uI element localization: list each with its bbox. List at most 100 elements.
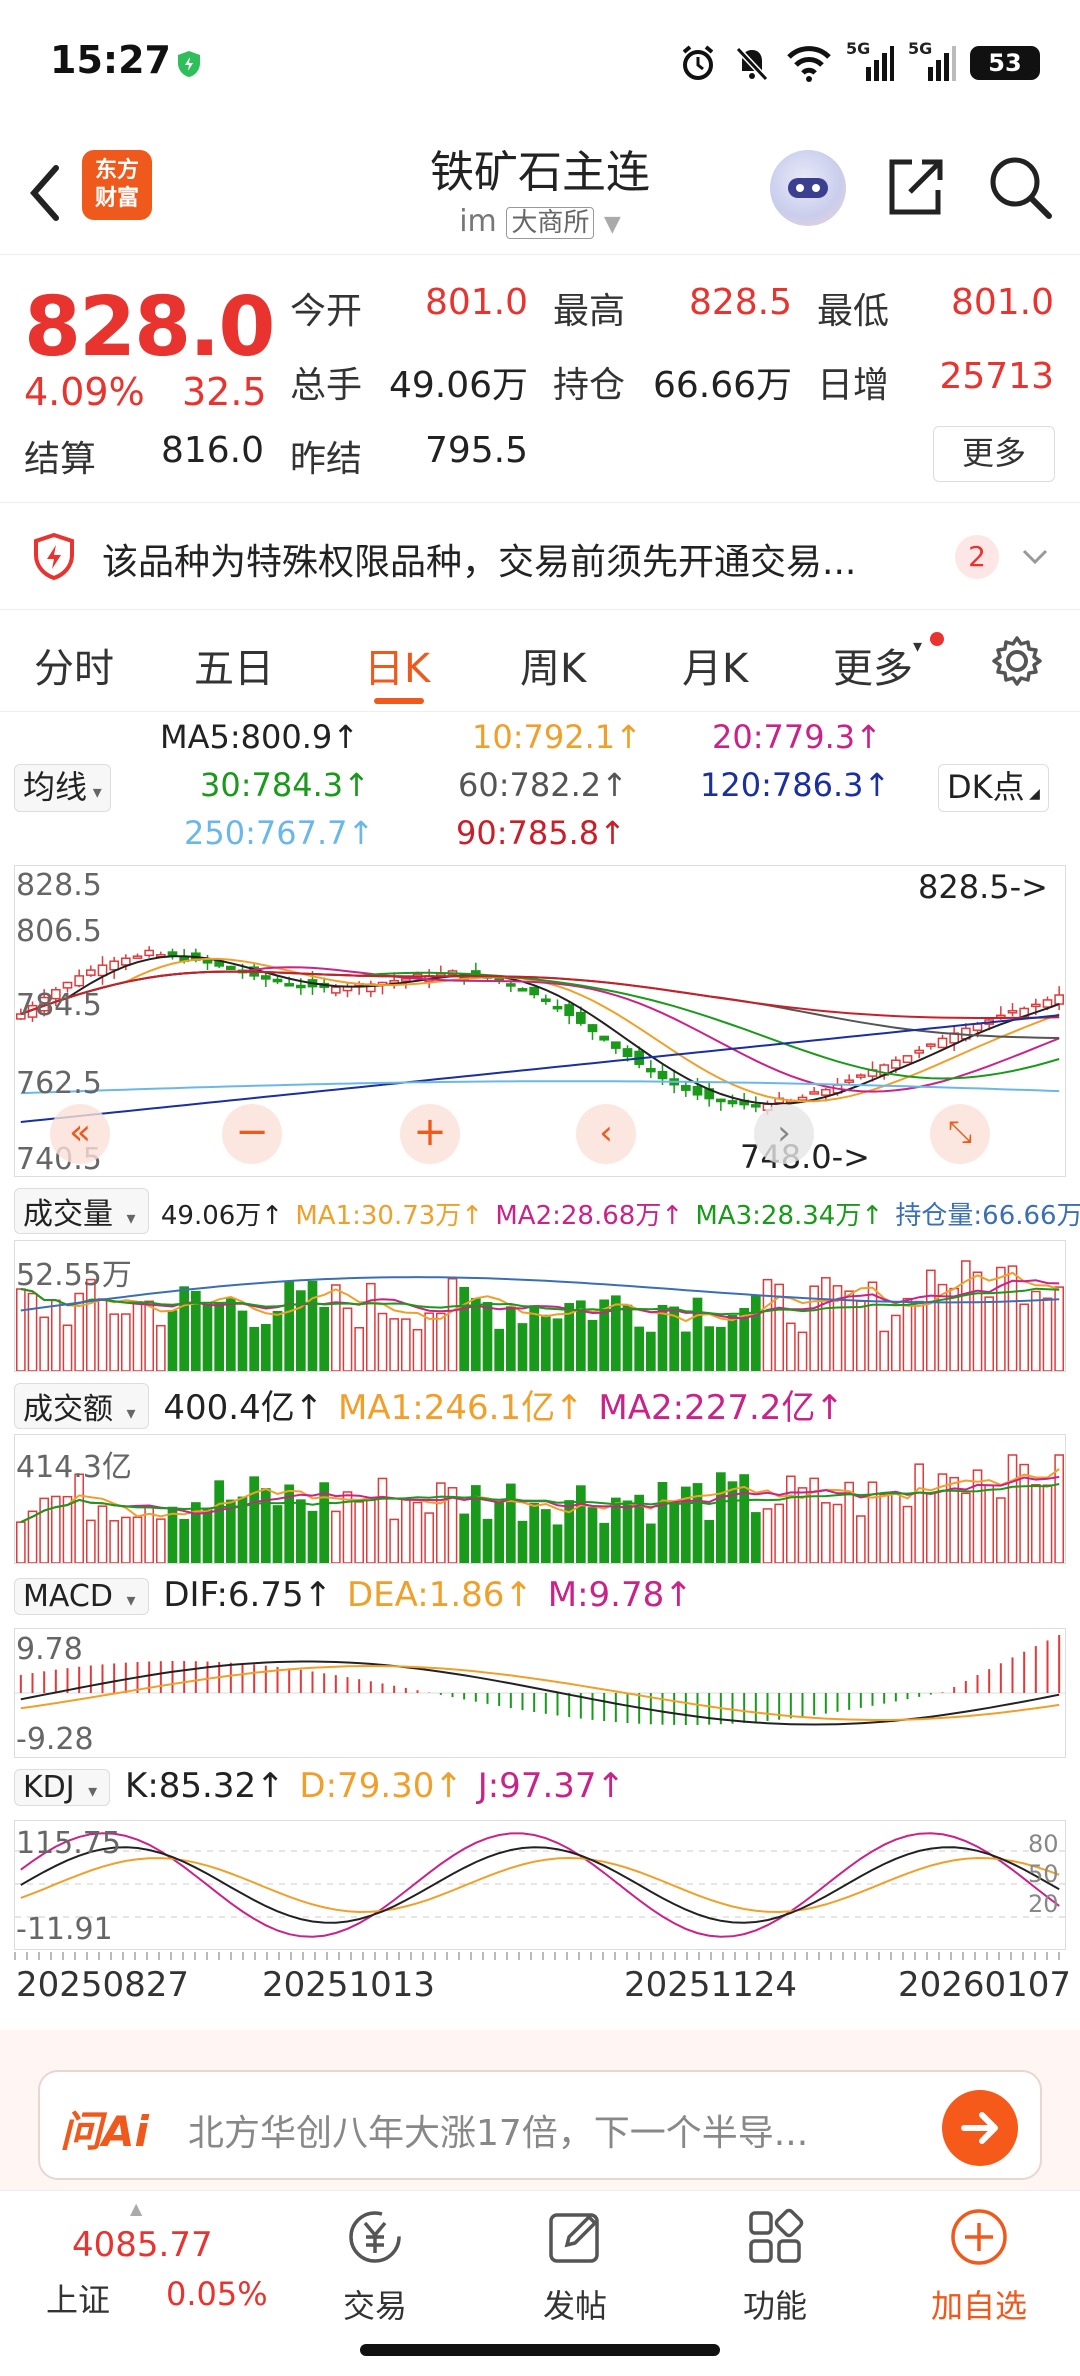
kline-candle (622, 1048, 633, 1058)
volume-bar (109, 1520, 120, 1564)
index-change: 0.05% (166, 2275, 268, 2313)
permission-notice[interactable]: 该品种为特殊权限品种，交易前须先开通交易... 2 (0, 505, 1080, 610)
volume-chart[interactable] (14, 1240, 1066, 1372)
volume-bar (226, 1499, 236, 1564)
turnover-chart[interactable] (14, 1434, 1066, 1564)
macd-selector[interactable]: MACD ▾ (14, 1578, 149, 1615)
volume-selector[interactable]: 成交量 ▾ (14, 1188, 149, 1234)
index-name[interactable]: 上证 (46, 2275, 110, 2321)
nav-functions[interactable]: 功能 (700, 2205, 850, 2327)
volume-axis-label: 52.55万 (16, 1258, 132, 1293)
kdj-svg (15, 1832, 1065, 1938)
date-label: 20251124 (624, 1965, 798, 2005)
volume-bar (436, 1312, 446, 1372)
volume-bar (86, 1519, 96, 1564)
kline-candle (891, 1059, 901, 1069)
scroll-left-fast-button[interactable]: « (50, 1104, 110, 1164)
volume-bar (961, 1492, 971, 1564)
more-quote-button[interactable]: 更多 (933, 426, 1055, 482)
kline-candle (109, 960, 120, 971)
turnover-selector[interactable]: 成交额 ▾ (14, 1383, 149, 1429)
tab-weekly-k[interactable]: 周K (520, 636, 586, 694)
volume-bar (482, 1518, 493, 1564)
kline-candle (646, 1068, 656, 1073)
search-icon[interactable] (985, 152, 1055, 222)
kline-max-marker: 828.5-> (918, 868, 1048, 906)
ask-ai-bar[interactable]: 问Ai 北方华创八年大涨17倍，下一个半导... (38, 2070, 1042, 2180)
kline-candle (727, 1100, 738, 1105)
nav-add-watchlist[interactable]: 加自选 (904, 2205, 1054, 2327)
kline-candle (1007, 1010, 1018, 1014)
kline-candle (809, 1091, 819, 1095)
tab-more[interactable]: 更多▾ (833, 636, 922, 694)
volume-bar (156, 1324, 166, 1372)
tab-daily-k[interactable]: 日K (364, 636, 430, 694)
kline-chart[interactable] (14, 865, 1066, 1177)
open-label: 今开 (290, 291, 363, 332)
active-tab-underline (374, 698, 424, 704)
kdj-selector[interactable]: KDJ ▾ (14, 1769, 111, 1806)
volume-bar (1007, 1454, 1018, 1564)
zoom-out-button[interactable]: − (222, 1104, 282, 1164)
volume-bar (762, 1508, 773, 1564)
nav-post[interactable]: 发帖 (500, 2205, 650, 2327)
kline-candle (517, 988, 528, 992)
kdj-chart[interactable] (14, 1820, 1066, 1950)
gear-icon[interactable] (990, 634, 1044, 688)
ask-ai-send-button[interactable] (942, 2090, 1018, 2166)
turnover-ma2: MA2:227.2亿↑ (598, 1388, 844, 1428)
ma10-value: 10:792.1↑ (472, 718, 642, 756)
tab-five-day[interactable]: 五日 (194, 636, 274, 694)
volume-bar (1031, 1290, 1041, 1372)
date-tick-strip (14, 1952, 1066, 1960)
ask-ai-input[interactable]: 北方华创八年大涨17倍，下一个半导... (188, 2104, 808, 2156)
fullscreen-button[interactable]: ⤡ (930, 1104, 990, 1164)
arrow-right-icon (961, 2112, 998, 2144)
volume-bar (27, 1292, 38, 1372)
ma5-value: MA5:800.9↑ (160, 718, 360, 756)
kline-candle (86, 969, 96, 976)
volume-bar (716, 1472, 726, 1564)
kline-candle (821, 1088, 831, 1096)
scroll-left-button[interactable]: ‹ (576, 1104, 636, 1164)
signal-5g-1: 5G (846, 39, 894, 83)
volume-bar (891, 1492, 901, 1564)
kline-candle (272, 978, 283, 983)
tab-monthly-k[interactable]: 月K (682, 636, 748, 694)
volume-bar (284, 1281, 295, 1372)
kline-candle (331, 986, 341, 994)
caret-down-icon: ▼ (603, 212, 621, 237)
tab-intraday[interactable]: 分时 (34, 636, 114, 694)
assistant-robot-icon[interactable] (770, 150, 846, 226)
alert-shield-icon (34, 533, 74, 581)
chevron-down-icon[interactable] (1020, 545, 1050, 569)
scroll-right-button[interactable]: › (754, 1104, 814, 1164)
kdj-k: K:85.32↑ (125, 1766, 285, 1806)
share-icon[interactable] (880, 152, 950, 222)
volume-bar (902, 1297, 913, 1372)
volume-bar (51, 1299, 61, 1372)
volume-bar (704, 1519, 714, 1564)
signal-5g-2: 5G (908, 39, 956, 83)
volume-bar (599, 1522, 609, 1564)
dk-point-button[interactable]: DK点 ◢ (938, 764, 1049, 812)
volume-bar (552, 1524, 563, 1564)
zoom-in-button[interactable]: + (400, 1104, 460, 1164)
volume-ma3: MA3:28.34万↑ (695, 1201, 884, 1231)
index-value[interactable]: 4085.77 (72, 2225, 213, 2265)
volume-bar (984, 1484, 994, 1564)
kline-candle (564, 1004, 574, 1016)
caret-down-icon: ▾ (126, 1208, 136, 1229)
kdj-axis-bottom: -11.91 (16, 1912, 113, 1947)
ma-selector[interactable]: 均线 ▾ (14, 764, 111, 812)
macd-chart[interactable] (14, 1628, 1066, 1758)
volume-bar (949, 1287, 959, 1372)
volume-bar (692, 1297, 703, 1372)
turnover-ma1: MA1:246.1亿↑ (338, 1388, 584, 1428)
volume-bar (331, 1284, 341, 1372)
volume-bar (926, 1492, 936, 1564)
volume-bar (646, 1331, 656, 1372)
notice-count-badge: 2 (955, 535, 999, 579)
nav-trade[interactable]: 交易 (300, 2205, 450, 2327)
volume-bar (797, 1487, 808, 1564)
